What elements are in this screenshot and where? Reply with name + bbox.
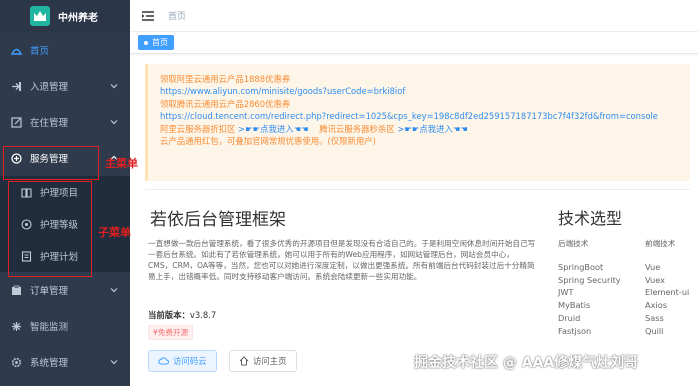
monitor-icon	[10, 320, 22, 332]
sidebar-item-system[interactable]: 系统管理	[0, 344, 130, 380]
sidebar-item-residence[interactable]: 在住管理	[0, 104, 130, 140]
notice-aliyun-link[interactable]: https://www.aliyun.com/minisite/goods?us…	[160, 85, 678, 97]
backend-tech-header: 后端技术	[558, 239, 589, 248]
sidebar-item-label: 智能监测	[30, 322, 69, 333]
notice-aliyun-coupon[interactable]: 领取阿里云通用云产品1888优惠券	[160, 73, 678, 85]
visit-gitee-label: 访问码云	[173, 356, 207, 366]
sidebar-menu-lower: 订单管理 智能监测 系统管理	[0, 272, 130, 380]
notice-red-packet: 云产品通用红包，可叠加官网常规优惠使用。(仅限新用户)	[160, 136, 376, 147]
visit-gitee-button[interactable]: 访问码云	[148, 350, 217, 372]
tech-item: SpringBoot	[558, 261, 604, 272]
notice-tencent-enter[interactable]: >☛☛点我进入☚☚	[397, 124, 468, 134]
cloud-icon	[158, 357, 169, 365]
version-value: v3.8.7	[189, 310, 217, 320]
chevron-down-icon	[110, 360, 118, 365]
project-description: 一直想做一款后台管理系统，看了很多优秀的开源项目但是发现没有合适自己的。于是利用…	[148, 239, 536, 281]
settings-icon	[10, 356, 22, 368]
sidebar-item-monitor[interactable]: 智能监测	[0, 308, 130, 344]
backend-tech-column: 后端技术 SpringBoot Spring Security JWT MyBa…	[558, 238, 621, 338]
tech-item: Vuex	[645, 274, 665, 285]
main-menu-highlight	[3, 146, 99, 180]
tech-item: Spring Security	[558, 274, 621, 285]
visit-homepage-button[interactable]: 访问主页	[229, 350, 297, 372]
tech-item: Axios	[645, 300, 667, 311]
notice-tencent-coupon[interactable]: 领取腾讯云通用云产品2860优惠券	[160, 98, 678, 110]
main-menu-annotation: 主菜单	[105, 157, 138, 170]
sidebar-item-label: 入退管理	[30, 82, 69, 93]
checkin-icon	[10, 80, 22, 92]
sidebar-item-label: 系统管理	[30, 358, 69, 369]
top-navbar: 首页	[130, 0, 698, 32]
notice-tencent-server[interactable]: 腾讯云服务器秒杀区	[319, 124, 394, 134]
hamburger-icon[interactable]	[142, 10, 154, 21]
tech-item: Element-ui	[645, 287, 690, 298]
tag-home[interactable]: 首页	[138, 35, 174, 50]
tech-item: Fastjson	[558, 325, 592, 336]
tech-item: JWT	[558, 287, 574, 298]
watermark: 掘金技术社区 @ AAA修煤气灶刘哥	[414, 355, 639, 371]
tech-item: MyBatis	[558, 300, 591, 311]
sub-menu-highlight	[8, 181, 92, 277]
promo-notice: 领取阿里云通用云产品1888优惠券 https://www.aliyun.com…	[145, 64, 690, 181]
home-icon	[239, 356, 249, 366]
sidebar-item-orders[interactable]: 订单管理	[0, 272, 130, 308]
chevron-down-icon	[110, 120, 118, 125]
sidebar-item-checkin[interactable]: 入退管理	[0, 68, 130, 104]
sidebar-item-home[interactable]: 首页	[0, 32, 130, 68]
notice-server-row: 阿里云服务器折扣区 >☛☛点我进入☚☚ 腾讯云服务器秒杀区 >☛☛点我进入☚☚	[160, 123, 678, 135]
tech-item: Quill	[645, 325, 664, 336]
notice-aliyun-enter[interactable]: >☛☛点我进入☚☚	[238, 124, 309, 134]
breadcrumb[interactable]: 首页	[168, 9, 186, 22]
tag-dot-icon	[144, 40, 148, 45]
chevron-down-icon	[110, 288, 118, 293]
notice-tencent-link[interactable]: https://cloud.tencent.com/redirect.php?r…	[160, 110, 678, 122]
brand[interactable]: 中州养老	[0, 0, 130, 32]
version-line: 当前版本：v3.8.7	[148, 309, 216, 321]
sidebar-item-label: 订单管理	[30, 286, 69, 297]
tags-view: 首页	[130, 32, 698, 54]
sidebar-item-label: 首页	[30, 46, 50, 57]
home-icon	[10, 44, 22, 56]
sub-menu-annotation: 子菜单	[98, 226, 131, 239]
version-label: 当前版本：	[148, 310, 190, 320]
logo-icon	[30, 6, 50, 26]
visit-homepage-label: 访问主页	[253, 356, 287, 366]
frontend-tech-header: 前端技术	[645, 239, 676, 248]
divider	[145, 189, 690, 190]
notice-aliyun-server[interactable]: 阿里云服务器折扣区	[160, 124, 235, 134]
chevron-down-icon	[110, 84, 118, 89]
tech-item: Vue	[645, 261, 661, 272]
frontend-tech-column: 前端技术 Vue Vuex Element-ui Axios Sass Quil…	[645, 238, 689, 338]
page-title: 若依后台管理框架	[150, 210, 286, 230]
sidebar-item-label: 在住管理	[30, 118, 69, 129]
tech-item: Druid	[558, 312, 581, 323]
order-icon	[10, 284, 22, 296]
app-title: 中州养老	[58, 12, 98, 24]
tag-label: 首页	[152, 38, 168, 47]
tech-stack-title: 技术选型	[558, 209, 623, 228]
free-open-source-tag: ¥免费开源	[148, 325, 194, 340]
edit-icon	[10, 116, 22, 128]
tech-item: Sass	[645, 312, 664, 323]
